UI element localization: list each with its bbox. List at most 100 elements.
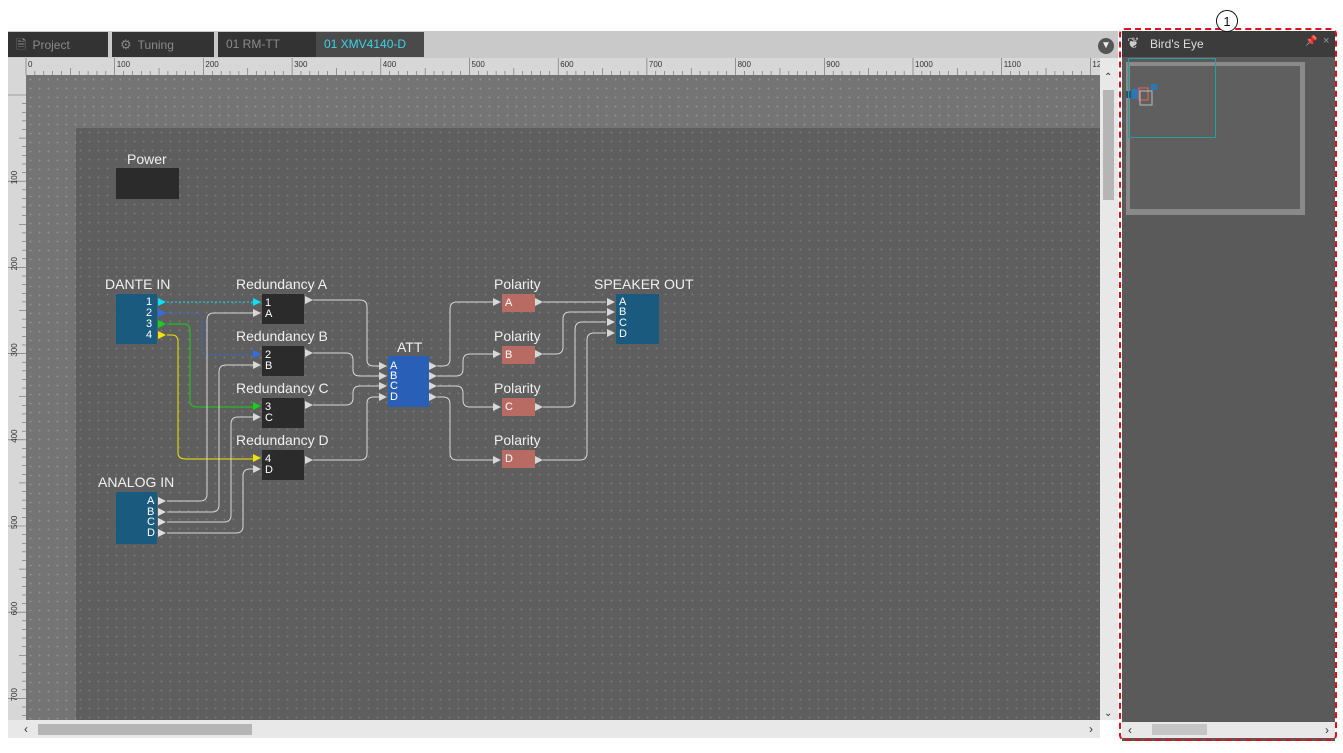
input-arrow-icon[interactable] [607,329,615,337]
ruler-label: 900 [826,60,840,69]
output-arrow-icon[interactable] [305,296,313,304]
tab-bar: 🗎 Project ⚙ Tuning 01 RM-TT 01 XMV4140-D [8,31,1118,58]
input-arrow-icon[interactable] [253,309,261,317]
horizontal-scroll-thumb[interactable] [38,724,252,735]
redundancy-a-label: Redundancy A [236,276,328,292]
output-arrow-icon[interactable] [535,350,543,358]
tab-label: Tuning [137,38,174,52]
port-label: B [619,306,627,318]
port-label: D [147,527,155,539]
horizontal-ruler: 0 100 200 300 400 500 600 700 800 900 1000 1100 1200 [18,58,1100,75]
output-arrow-icon[interactable] [158,529,166,537]
ruler-label: 600 [560,60,574,69]
output-arrow-icon[interactable] [429,362,437,370]
input-arrow-icon[interactable] [253,413,261,421]
port-label: 1 [146,296,153,308]
ruler-label: 300 [10,343,19,357]
input-arrow-icon[interactable] [493,403,501,411]
scroll-right-icon[interactable]: › [1089,722,1093,736]
input-arrow-icon[interactable] [493,456,501,464]
output-arrow-icon[interactable] [158,331,166,339]
input-arrow-icon[interactable] [253,454,261,462]
dante-in-label: DANTE IN [105,276,171,292]
input-arrow-icon[interactable] [253,465,261,473]
output-arrow-icon[interactable] [158,518,166,526]
analog-in-block[interactable]: A B C D [116,492,157,544]
tab-tuning[interactable]: ⚙ Tuning [112,32,214,57]
tab-project[interactable]: 🗎 Project [8,32,108,57]
design-sheet[interactable] [76,128,1100,720]
power-label: Power [127,151,167,167]
input-arrow-icon[interactable] [379,372,387,380]
output-arrow-icon[interactable] [535,456,543,464]
output-arrow-icon[interactable] [158,320,166,328]
analog-in-label: ANALOG IN [98,474,175,490]
vertical-scroll-thumb[interactable] [1103,90,1114,200]
output-arrow-icon[interactable] [305,349,313,357]
ruler-label: 500 [10,515,19,529]
input-arrow-icon[interactable] [253,298,261,306]
tab-menu-button[interactable]: ▼ [1098,38,1114,54]
output-arrow-icon[interactable] [158,508,166,516]
output-arrow-icon[interactable] [429,382,437,390]
power-block[interactable] [116,168,179,199]
input-arrow-icon[interactable] [253,402,261,410]
port-label: 4 [146,329,153,341]
tab-rm-tt[interactable]: 01 RM-TT [218,32,320,57]
polarity-ports [493,298,543,464]
ruler-label: 200 [205,60,219,69]
input-arrow-icon[interactable] [379,382,387,390]
dante-in-block[interactable]: 1 2 3 4 [116,294,157,344]
output-arrow-icon[interactable] [158,298,166,306]
input-arrow-icon[interactable] [253,361,261,369]
output-arrow-icon[interactable] [429,393,437,401]
speaker-out-label: SPEAKER OUT [594,276,694,292]
ruler-label: 700 [649,60,663,69]
tab-xmv4140-d[interactable]: 01 XMV4140-D [316,32,424,57]
output-arrow-icon[interactable] [305,456,313,464]
input-arrow-icon[interactable] [607,298,615,306]
port-label: D [619,328,627,340]
input-arrow-icon[interactable] [379,362,387,370]
speaker-out-block[interactable]: A B C D [616,294,659,344]
speaker-out-input-ports [607,298,615,337]
output-arrow-icon[interactable] [305,401,313,409]
input-arrow-icon[interactable] [379,393,387,401]
output-arrow-icon[interactable] [158,309,166,317]
tuning-icon: ⚙ [120,37,132,52]
dante-in-output-ports [158,298,166,339]
port-label: 3 [146,318,153,330]
analog-in-output-ports [158,497,166,537]
document-icon: 🗎 [16,37,27,52]
ruler-label: 800 [738,60,752,69]
scroll-left-icon[interactable]: ‹ [24,722,28,736]
input-arrow-icon[interactable] [253,350,261,358]
callout-number-badge: 1 [1216,10,1238,32]
ruler-label: 1200 [1092,60,1100,69]
output-arrow-icon[interactable] [535,403,543,411]
output-arrow-icon[interactable] [535,298,543,306]
att-label: ATT [397,339,423,355]
port-label: C [619,317,627,329]
output-arrow-icon[interactable] [158,497,166,505]
ruler-label: 200 [10,257,19,271]
att-ports [379,362,437,401]
horizontal-ruler-ticks: 0 100 200 300 400 500 600 700 800 900 1000 1100 1200 [25,58,1100,75]
redundancy-ports [253,296,313,473]
input-arrow-icon[interactable] [493,350,501,358]
tab-label: 01 RM-TT [226,37,280,51]
callout-highlight-border [1119,28,1337,741]
input-arrow-icon[interactable] [607,308,615,316]
input-arrow-icon[interactable] [607,318,615,326]
ruler-label: 1000 [915,60,933,69]
chevron-down-icon: ▼ [1101,40,1111,51]
scroll-up-icon[interactable]: ⌃ [1104,72,1112,83]
ruler-label: 0 [28,60,33,69]
ruler-label: 400 [383,60,397,69]
input-arrow-icon[interactable] [493,298,501,306]
ruler-label: 100 [10,170,19,184]
scroll-down-icon[interactable]: ⌄ [1104,708,1112,719]
output-arrow-icon[interactable] [429,372,437,380]
polarity-a-label: Polarity [494,276,541,292]
ruler-label: 100 [117,60,131,69]
